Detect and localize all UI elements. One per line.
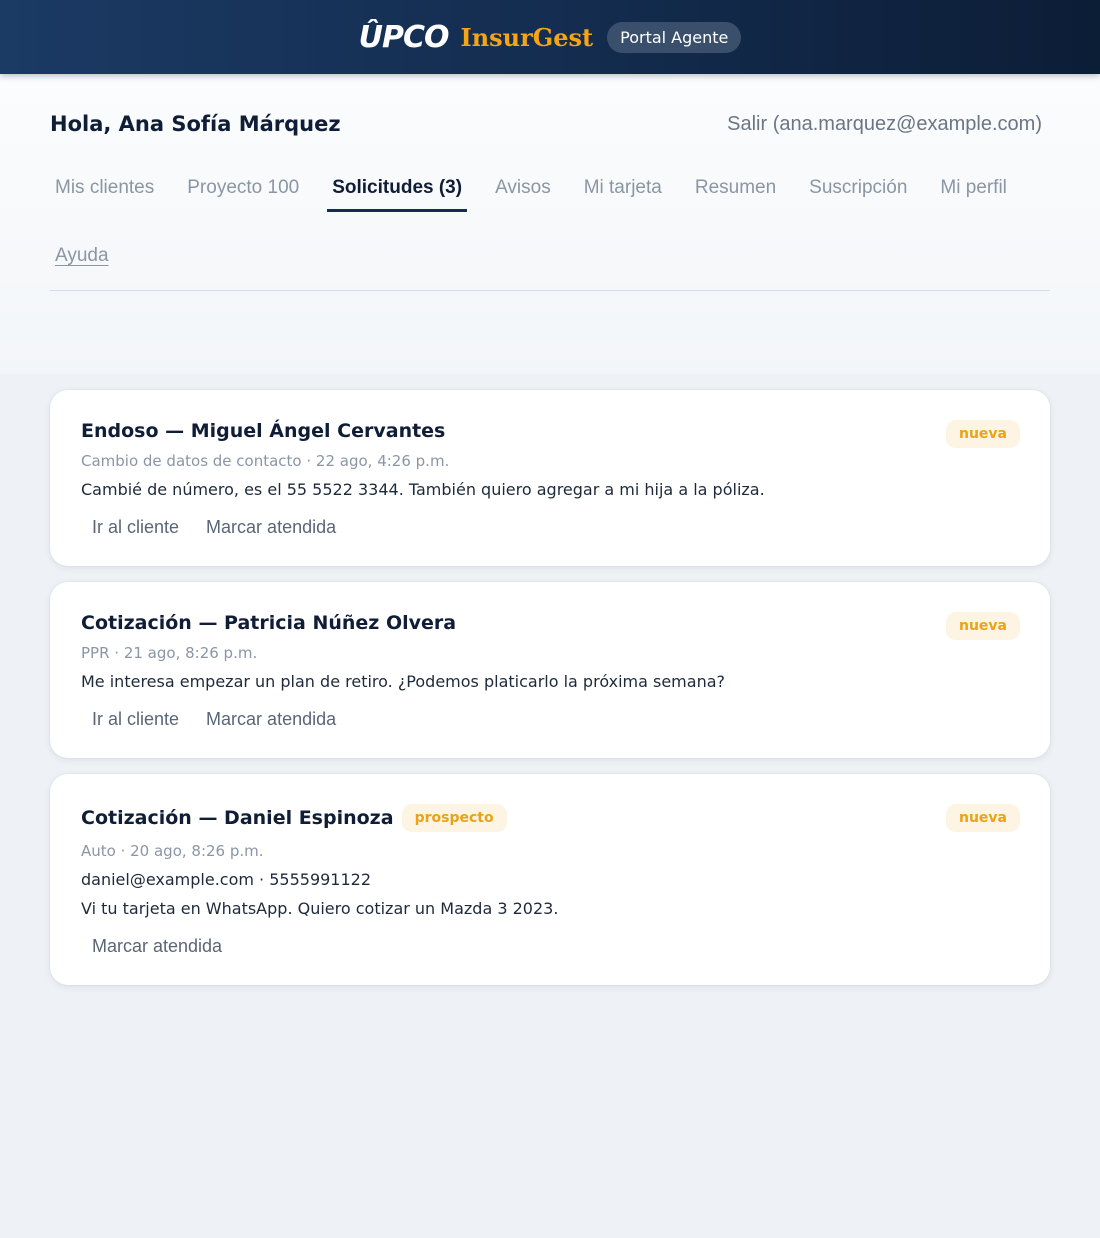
tab-mi-tarjeta[interactable]: Mi tarjeta	[579, 174, 667, 212]
tab-suscripcion[interactable]: Suscripción	[804, 174, 912, 212]
tab-row-2: Ayuda	[50, 242, 1050, 280]
tab-mi-perfil[interactable]: Mi perfil	[935, 174, 1012, 212]
tab-mis-clientes[interactable]: Mis clientes	[50, 174, 159, 212]
tab-resumen[interactable]: Resumen	[690, 174, 781, 212]
card-title-row: Endoso — Miguel Ángel Cervantes	[81, 420, 1020, 442]
tab-ayuda[interactable]: Ayuda	[50, 242, 114, 280]
greeting-title: Hola, Ana Sofía Márquez	[50, 112, 341, 136]
request-meta: Auto · 20 ago, 8:26 p.m.	[81, 842, 264, 860]
request-title: Endoso — Miguel Ángel Cervantes	[81, 420, 446, 442]
upco-logo: ÛPCO	[358, 19, 450, 55]
go-to-client-button[interactable]: Ir al cliente	[81, 517, 190, 538]
portal-badge: Portal Agente	[607, 21, 742, 53]
tab-solicitudes[interactable]: Solicitudes (3)	[327, 174, 468, 212]
request-message: Vi tu tarjeta en WhatsApp. Quiero cotiza…	[81, 899, 559, 918]
tab-divider	[50, 290, 1050, 291]
request-actions: Ir al cliente Marcar atendida	[81, 709, 1020, 730]
status-badge: nueva	[945, 612, 1020, 640]
mark-attended-button[interactable]: Marcar atendida	[195, 709, 347, 730]
tab-avisos[interactable]: Avisos	[490, 174, 556, 212]
tab-row: Mis clientes Proyecto 100 Solicitudes (3…	[50, 174, 1050, 212]
page-header: Hola, Ana Sofía Márquez Salir (ana.marqu…	[0, 74, 1100, 374]
logout-link[interactable]: Salir (ana.marquez@example.com)	[727, 113, 1042, 136]
mark-attended-button[interactable]: Marcar atendida	[81, 936, 233, 957]
top-bar: ÛPCO InsurGest Portal Agente	[0, 0, 1100, 74]
card-title-row: Cotización — Daniel Espinoza prospecto	[81, 804, 1020, 832]
status-badge: nueva	[945, 420, 1020, 448]
insurgest-logo: InsurGest	[460, 22, 594, 52]
tab-nav: Mis clientes Proyecto 100 Solicitudes (3…	[50, 174, 1050, 280]
request-card: Endoso — Miguel Ángel Cervantes nueva Ca…	[50, 390, 1050, 566]
mark-attended-button[interactable]: Marcar atendida	[195, 517, 347, 538]
status-badge: nueva	[945, 804, 1020, 832]
request-title: Cotización — Daniel Espinoza	[81, 807, 394, 829]
card-title-row: Cotización — Patricia Núñez Olvera	[81, 612, 1020, 634]
go-to-client-button[interactable]: Ir al cliente	[81, 709, 190, 730]
request-contact: daniel@example.com · 5555991122	[81, 870, 372, 889]
header-row: Hola, Ana Sofía Márquez Salir (ana.marqu…	[50, 74, 1050, 174]
request-message: Me interesa empezar un plan de retiro. ¿…	[81, 672, 726, 691]
request-card: Cotización — Patricia Núñez Olvera nueva…	[50, 582, 1050, 758]
request-meta: PPR · 21 ago, 8:26 p.m.	[81, 644, 258, 662]
request-message: Cambié de número, es el 55 5522 3344. Ta…	[81, 480, 765, 499]
brand: ÛPCO InsurGest Portal Agente	[359, 20, 742, 55]
requests-list: Endoso — Miguel Ángel Cervantes nueva Ca…	[0, 390, 1100, 985]
prospect-badge: prospecto	[401, 804, 507, 832]
request-actions: Marcar atendida	[81, 936, 1020, 957]
request-title: Cotización — Patricia Núñez Olvera	[81, 612, 457, 634]
request-meta: Cambio de datos de contacto · 22 ago, 4:…	[81, 452, 450, 470]
request-card: Cotización — Daniel Espinoza prospecto n…	[50, 774, 1050, 985]
tab-proyecto-100[interactable]: Proyecto 100	[182, 174, 304, 212]
request-actions: Ir al cliente Marcar atendida	[81, 517, 1020, 538]
